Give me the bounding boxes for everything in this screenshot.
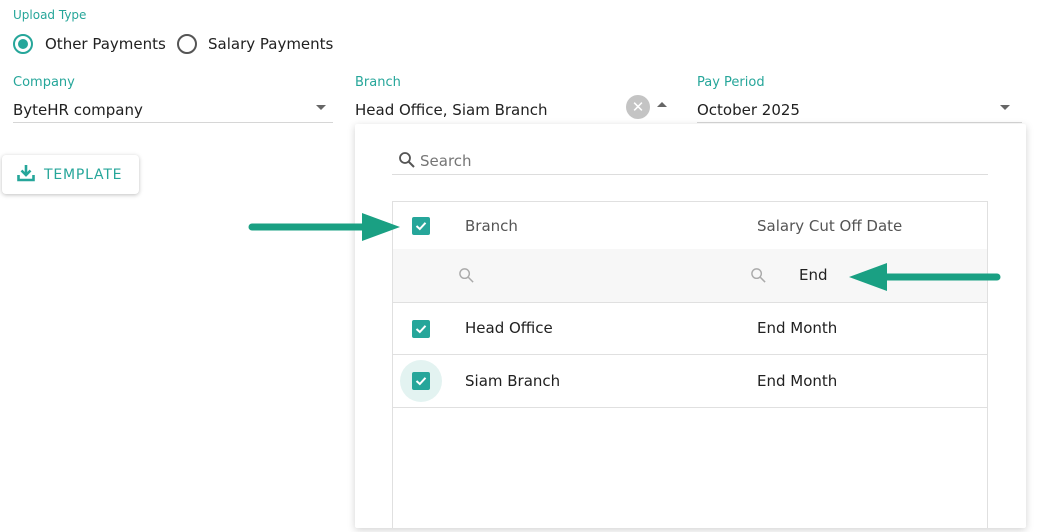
- radio-salary-payments[interactable]: [177, 34, 197, 54]
- column-header-branch[interactable]: Branch: [465, 217, 518, 235]
- divider: [393, 302, 987, 303]
- row-branch-name[interactable]: Siam Branch: [465, 372, 560, 390]
- filter-cutoff-search-icon: [750, 267, 767, 288]
- branch-select[interactable]: Head Office, Siam Branch: [355, 101, 547, 119]
- row-branch-name[interactable]: Head Office: [465, 319, 553, 337]
- company-select[interactable]: ByteHR company: [13, 101, 143, 119]
- row-cutoff-date[interactable]: End Month: [757, 319, 837, 337]
- row-cutoff-date[interactable]: End Month: [757, 372, 837, 390]
- annotation-arrow-left-icon: [849, 263, 1001, 291]
- pay-period-select[interactable]: October 2025: [697, 101, 800, 119]
- select-all-checkbox[interactable]: [412, 217, 430, 235]
- pay-period-label: Pay Period: [697, 75, 765, 90]
- download-icon: [16, 163, 36, 187]
- radio-other-payments[interactable]: [13, 34, 33, 54]
- company-label: Company: [13, 75, 75, 90]
- branch-dropdown-panel: Branch Salary Cut Off Date: [355, 124, 1026, 528]
- column-header-salary-cut-off-date[interactable]: Salary Cut Off Date: [757, 217, 902, 235]
- pay-period-dropdown-icon[interactable]: [1000, 105, 1010, 110]
- divider: [393, 354, 987, 355]
- search-icon: [398, 151, 416, 173]
- template-button[interactable]: TEMPLATE: [2, 155, 139, 194]
- annotation-arrow-right-icon: [248, 213, 400, 241]
- row-checkbox-siam-branch[interactable]: [412, 372, 430, 390]
- branch-label: Branch: [355, 75, 401, 90]
- dropdown-search-input[interactable]: [420, 149, 980, 173]
- row-checkbox-head-office[interactable]: [412, 320, 430, 338]
- clear-branch-icon[interactable]: ✕: [626, 95, 650, 119]
- company-dropdown-icon[interactable]: [316, 105, 326, 110]
- filter-branch-search-icon: [458, 267, 475, 288]
- search-underline: [392, 174, 988, 175]
- radio-salary-payments-label[interactable]: Salary Payments: [208, 35, 333, 53]
- template-button-label: TEMPLATE: [44, 166, 123, 183]
- branch-collapse-icon[interactable]: [657, 102, 667, 107]
- company-underline: [13, 122, 333, 123]
- divider: [393, 407, 987, 408]
- pay-period-underline: [697, 122, 1022, 123]
- radio-other-payments-label[interactable]: Other Payments: [45, 35, 166, 53]
- branch-grid: Branch Salary Cut Off Date End Head Offi…: [392, 201, 988, 528]
- upload-type-label: Upload Type: [13, 8, 87, 22]
- filter-branch-input[interactable]: [483, 263, 683, 287]
